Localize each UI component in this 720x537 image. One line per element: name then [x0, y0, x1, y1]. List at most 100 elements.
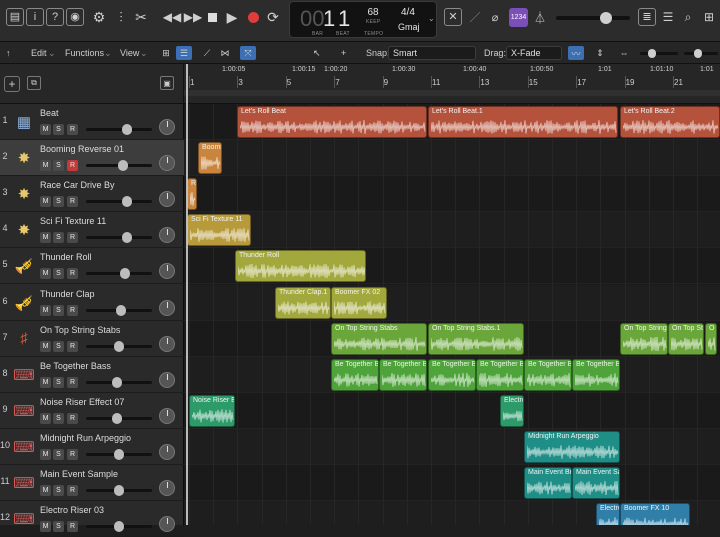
record-arm-button[interactable]: R [67, 232, 78, 244]
track-lane[interactable] [184, 428, 720, 465]
waveform-zoom-icon[interactable]: 〰 [568, 46, 584, 60]
record-arm-button[interactable]: R [67, 412, 78, 424]
catch-playhead-icon[interactable]: ⤧ [240, 46, 256, 60]
volume-fader-knob[interactable] [116, 304, 126, 316]
volume-fader-knob[interactable] [112, 376, 122, 388]
pan-knob[interactable] [159, 335, 175, 352]
solo-button[interactable]: S [53, 160, 64, 172]
track-name[interactable]: Race Car Drive By [40, 180, 115, 190]
duplicate-track-icon[interactable]: ⧉ [27, 76, 41, 90]
horizontal-zoom-slider[interactable] [684, 49, 718, 58]
playhead[interactable] [186, 64, 188, 525]
audio-region[interactable]: Thunder Roll [235, 250, 366, 283]
audio-region[interactable]: Be Together B [428, 358, 476, 391]
vertical-zoom-slider[interactable] [640, 49, 678, 58]
cycle-strip[interactable] [184, 90, 720, 96]
track-name[interactable]: Thunder Clap [40, 289, 95, 299]
audio-region[interactable]: Noise Riser Ef [189, 394, 235, 427]
volume-fader-knob[interactable] [114, 521, 124, 533]
pencil-icon[interactable]: ／ [466, 6, 484, 28]
audio-region[interactable]: Let's Roll Beat.2 [620, 106, 720, 138]
volume-fader-knob[interactable] [118, 160, 128, 172]
track-header[interactable]: 9 ⌨ Noise Riser Effect 07 M S R [0, 393, 184, 429]
audio-region[interactable]: Let's Roll Beat [237, 106, 427, 138]
audio-region[interactable]: Main Event Bra [524, 467, 572, 499]
track-name[interactable]: Booming Reverse 01 [40, 144, 124, 154]
audio-region[interactable]: On Top String [620, 322, 668, 355]
audio-region[interactable]: Boomi [198, 142, 222, 175]
audio-region[interactable]: Let's Roll Beat.1 [428, 106, 618, 138]
record-arm-button[interactable]: R [67, 304, 78, 316]
drag-select[interactable]: X-Fade [506, 46, 562, 60]
pan-knob[interactable] [159, 119, 175, 135]
mute-button[interactable]: M [40, 340, 51, 352]
settings-icon[interactable]: ⚙ [90, 6, 108, 28]
pan-knob[interactable] [159, 227, 175, 244]
record-arm-button[interactable]: R [67, 268, 78, 280]
track-lane[interactable] [184, 140, 720, 177]
volume-fader[interactable] [86, 160, 152, 172]
volume-fader[interactable] [86, 412, 152, 424]
search-icon[interactable]: ⌕ [680, 6, 696, 28]
mute-button[interactable]: M [40, 304, 51, 316]
volume-fader[interactable] [86, 232, 152, 244]
master-volume-slider[interactable] [556, 12, 630, 24]
vertical-zoom-icon[interactable]: ⇕ [592, 46, 608, 60]
volume-fader[interactable] [86, 448, 152, 460]
record-arm-button[interactable]: R [67, 448, 78, 460]
mute-button[interactable]: M [40, 376, 51, 388]
solo-button[interactable]: S [53, 124, 64, 135]
record-arm-button[interactable]: R [67, 485, 78, 496]
pan-knob[interactable] [159, 263, 175, 280]
record-arm-button[interactable]: R [67, 196, 78, 208]
audio-region[interactable]: On Top Str [668, 322, 704, 355]
record-arm-button[interactable]: R [67, 340, 78, 352]
library-icon[interactable]: ▤ [6, 8, 24, 26]
pan-knob[interactable] [159, 443, 175, 460]
solo-button[interactable]: S [53, 232, 64, 244]
track-name[interactable]: Beat [40, 108, 59, 118]
master-volume-knob[interactable] [600, 12, 612, 24]
vertical-zoom-knob[interactable] [648, 49, 656, 58]
record-arm-button[interactable]: R [67, 376, 78, 388]
lcd-display[interactable]: 00 1 1 BAR BEAT 68 KEEP TEMPO 4/4 Gmaj ⌄ [289, 1, 437, 38]
track-lane[interactable] [184, 212, 720, 249]
audio-region[interactable]: Be Together B [331, 358, 379, 391]
pan-knob[interactable] [159, 155, 175, 172]
notepad-icon[interactable]: ≣ [638, 8, 656, 26]
tuner-icon[interactable]: ⌀ [486, 6, 504, 28]
secondary-tool-icon[interactable]: + [341, 46, 346, 60]
audio-region[interactable]: O [705, 322, 717, 355]
record-arm-button[interactable]: R [67, 160, 78, 172]
shield-icon[interactable]: ✕ [444, 8, 462, 26]
view-menu[interactable]: View [120, 46, 139, 60]
count-in-button[interactable]: 1234 [509, 8, 528, 27]
volume-fader[interactable] [86, 485, 152, 496]
audio-region[interactable]: On Top String Stabs [331, 322, 427, 355]
solo-button[interactable]: S [53, 196, 64, 208]
pan-knob[interactable] [159, 371, 175, 388]
volume-fader-knob[interactable] [122, 196, 132, 208]
track-header[interactable]: 7 ♯ On Top String Stabs M S R [0, 321, 184, 357]
solo-button[interactable]: S [53, 268, 64, 280]
volume-fader[interactable] [86, 124, 152, 135]
chevron-down-icon[interactable]: ⌄ [428, 14, 435, 23]
volume-fader-knob[interactable] [114, 448, 124, 460]
mute-button[interactable]: M [40, 448, 51, 460]
audio-region[interactable]: Be Together B [379, 358, 427, 391]
metronome-icon[interactable]: ⏃ [531, 6, 549, 28]
arrange-area[interactable]: Let's Roll Beat Let's Roll Beat.1 Let's Ro… [184, 104, 720, 525]
audio-region[interactable]: Main Event Sa [572, 467, 620, 499]
track-header[interactable]: 11 ⌨ Main Event Sample M S R [0, 465, 184, 501]
volume-fader-knob[interactable] [122, 124, 132, 135]
track-header[interactable]: 5 🎺 Thunder Roll M S R [0, 248, 184, 285]
mute-button[interactable]: M [40, 124, 51, 135]
audio-region[interactable]: Sci Fi Texture 11 [187, 214, 251, 247]
track-header[interactable]: 3 ✸ Race Car Drive By M S R [0, 176, 184, 213]
play-icon[interactable]: ▶ [224, 6, 240, 28]
track-name[interactable]: Midnight Run Arpeggio [40, 433, 131, 443]
pan-knob[interactable] [159, 480, 175, 496]
add-track-button[interactable]: + [4, 76, 20, 92]
audio-region[interactable]: Be Together B [572, 358, 620, 391]
mixer-icon[interactable]: ⫶ [112, 6, 130, 28]
